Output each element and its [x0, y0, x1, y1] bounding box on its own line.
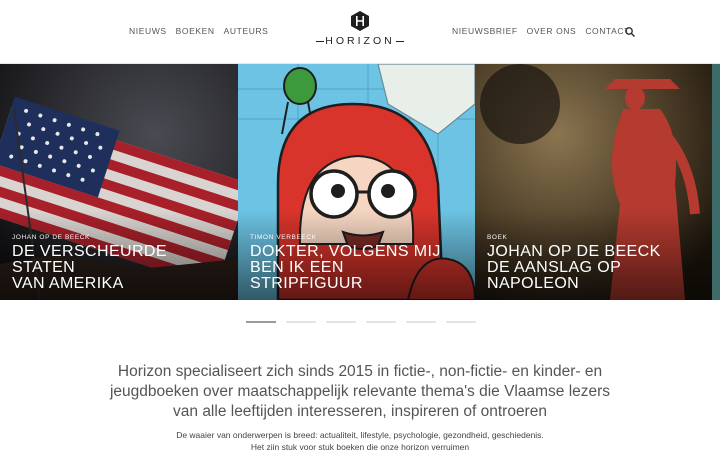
- nav-link-auteurs[interactable]: AUTEURS: [224, 26, 269, 36]
- slider-dot-5[interactable]: [406, 321, 436, 323]
- slide-title-line: NAPOLEON: [487, 275, 580, 292]
- main-nav-left: NIEUWS BOEKEN AUTEURS: [129, 26, 268, 36]
- slide-next-peek[interactable]: [712, 64, 720, 300]
- slide-caption: Timon Verbeeck DOKTER, VOLGENS MIJ BEN I…: [250, 234, 441, 292]
- slide-title-line: DE VERSCHEURDE: [12, 243, 167, 260]
- slider-dot-6[interactable]: [446, 321, 476, 323]
- slide-title-line: DOKTER, VOLGENS MIJ: [250, 243, 441, 260]
- slide-verscheurde-staten[interactable]: Johan Op de Beeck DE VERSCHEURDE STATEN …: [0, 64, 238, 300]
- main-nav-right: NIEUWSBRIEF OVER ONS CONTACT: [452, 26, 630, 36]
- horizon-logo[interactable]: HORIZON: [316, 11, 404, 49]
- slide-title-line: DE AANSLAG OP: [487, 259, 622, 276]
- slide-title-line: VAN AMERIKA: [12, 275, 124, 292]
- slide-title-line: JOHAN OP DE BEECK: [487, 243, 661, 260]
- site-header: NIEUWS BOEKEN AUTEURS HORIZON NIEUWSBRIE…: [0, 0, 720, 64]
- intro-subtext: De waaier van onderwerpen is breed: actu…: [60, 429, 660, 450]
- slide-category: Boek: [487, 234, 508, 241]
- slide-aanslag-napoleon[interactable]: Boek JOHAN OP DE BEECK DE AANSLAG OP NAP…: [475, 64, 712, 300]
- nav-link-nieuws[interactable]: NIEUWS: [129, 26, 167, 36]
- slide-caption: Johan Op de Beeck DE VERSCHEURDE STATEN …: [12, 234, 167, 292]
- slider-dot-4[interactable]: [366, 321, 396, 323]
- nav-link-boeken[interactable]: BOEKEN: [176, 26, 215, 36]
- slider-pagination: [246, 321, 476, 323]
- slider-dot-2[interactable]: [286, 321, 316, 323]
- intro-line: Horizon specialiseert zich sinds 2015 in…: [117, 363, 603, 380]
- logo-wordmark: HORIZON: [325, 35, 395, 47]
- h-hexagon-logo-icon: [351, 11, 369, 31]
- slide-author: Timon Verbeeck: [250, 234, 317, 241]
- slide-title-line: STATEN: [12, 259, 76, 276]
- slide-title: DOKTER, VOLGENS MIJ BEN IK EEN STRIPFIGU…: [250, 244, 441, 292]
- slide-title-line: STRIPFIGUUR: [250, 275, 363, 292]
- featured-slider: Johan Op de Beeck DE VERSCHEURDE STATEN …: [0, 64, 720, 300]
- slider-dot-1[interactable]: [246, 321, 276, 323]
- logo-rule-right: [396, 41, 404, 42]
- slide-title: JOHAN OP DE BEECK DE AANSLAG OP NAPOLEON: [487, 244, 661, 292]
- slider-dot-3[interactable]: [326, 321, 356, 323]
- slide-caption: Boek JOHAN OP DE BEECK DE AANSLAG OP NAP…: [487, 234, 661, 292]
- slide-author: Johan Op de Beeck: [12, 234, 90, 241]
- intro-sub-line: De waaier van onderwerpen is breed: actu…: [176, 430, 544, 440]
- nav-link-over-ons[interactable]: OVER ONS: [527, 26, 577, 36]
- nav-link-nieuwsbrief[interactable]: NIEUWSBRIEF: [452, 26, 518, 36]
- intro-sub-line: Het zijn stuk voor stuk boeken die onze …: [250, 442, 470, 450]
- slide-title-line: BEN IK EEN: [250, 259, 344, 276]
- slide-dokter-stripfiguur[interactable]: Timon Verbeeck DOKTER, VOLGENS MIJ BEN I…: [238, 64, 475, 300]
- intro-line: van alle leeftijden interesseren, inspir…: [173, 403, 547, 420]
- intro-line: jeugdboeken over maatschappelijk relevan…: [109, 383, 611, 400]
- intro-statement: Horizon specialiseert zich sinds 2015 in…: [60, 362, 660, 422]
- search-icon[interactable]: [624, 26, 636, 38]
- slide-title: DE VERSCHEURDE STATEN VAN AMERIKA: [12, 244, 167, 292]
